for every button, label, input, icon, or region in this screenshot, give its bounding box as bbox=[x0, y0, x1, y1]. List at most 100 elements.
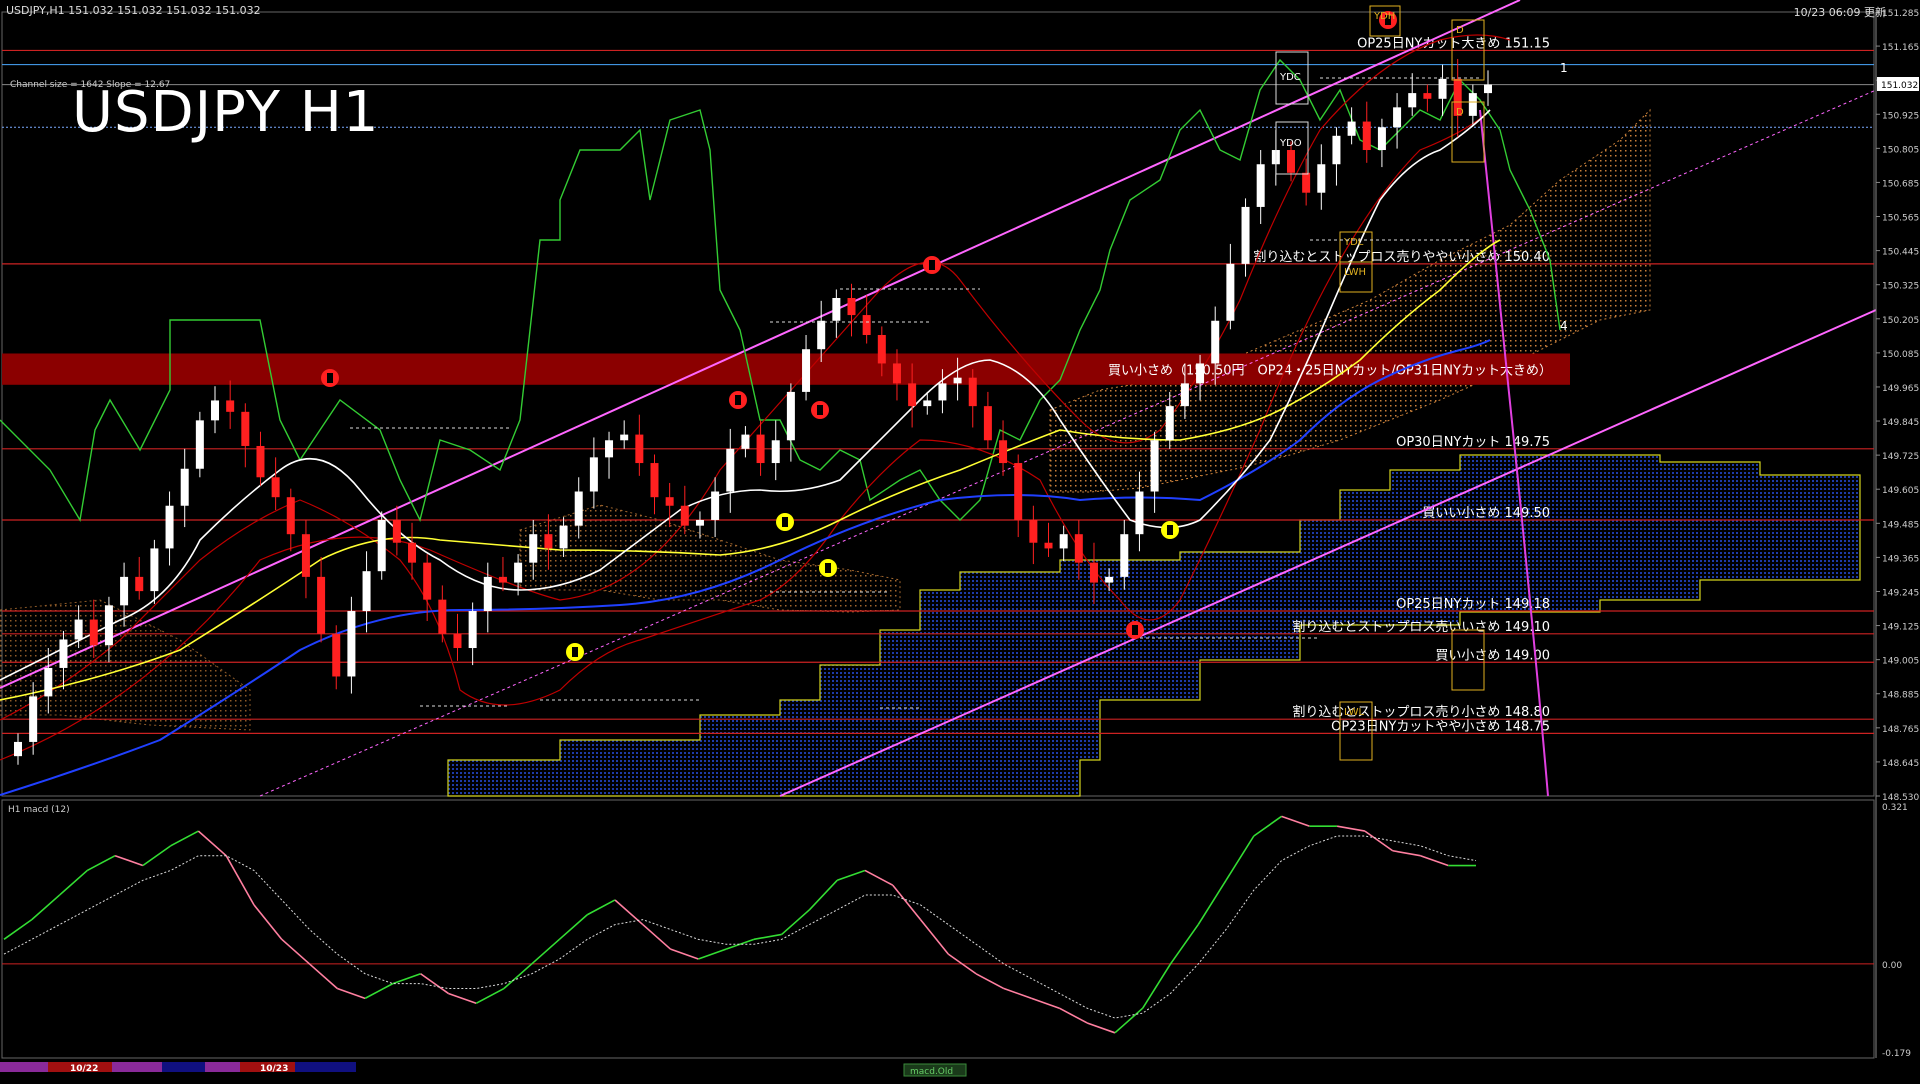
candle-body bbox=[529, 534, 538, 563]
time-bar: 10/22 10/23 macd.Old bbox=[0, 1062, 967, 1077]
candle-body bbox=[635, 434, 644, 464]
candle-body bbox=[514, 562, 523, 583]
fractal-dot-inner bbox=[1167, 525, 1173, 535]
candle-body bbox=[135, 576, 144, 592]
ichimoku-cloud-orange bbox=[1049, 108, 1651, 493]
time-label-1022: 10/22 bbox=[70, 1064, 98, 1074]
candle-body bbox=[1029, 519, 1038, 543]
macd-segment bbox=[114, 854, 144, 867]
price-tick-label: 150.685 bbox=[1882, 179, 1919, 189]
candle-body bbox=[786, 391, 795, 441]
candle-body bbox=[226, 400, 235, 412]
candle-body bbox=[362, 571, 371, 612]
fractal-marker bbox=[1126, 621, 1144, 639]
candle-body bbox=[1226, 263, 1235, 321]
candle-body bbox=[650, 463, 659, 498]
lwl-label: LWL bbox=[1344, 707, 1365, 718]
candle-body bbox=[195, 420, 204, 469]
macd-segment bbox=[698, 948, 727, 960]
candle-body bbox=[1105, 576, 1114, 583]
level-label: 割り込むとストップロス売いいさめ 149.10 bbox=[1292, 619, 1550, 635]
macd-segment bbox=[170, 830, 199, 847]
candle-body bbox=[589, 457, 598, 492]
candle-body bbox=[1211, 320, 1220, 364]
candle-body bbox=[605, 440, 614, 458]
candle-body bbox=[44, 667, 53, 697]
candle-body bbox=[544, 534, 553, 549]
candle-body bbox=[1135, 491, 1144, 535]
candle-body bbox=[1165, 406, 1174, 441]
indicator-tab-label: macd.Old bbox=[910, 1067, 953, 1077]
candle-body bbox=[938, 383, 947, 401]
chart-title: USDJPY H1 bbox=[72, 80, 380, 145]
fractal-marker bbox=[321, 369, 339, 387]
current-price-label: 151.032 bbox=[1881, 81, 1918, 91]
chart-canvas[interactable]: OP25日NYカット大きめ 151.15 割り込むとストップロス売りややい小さめ … bbox=[0, 0, 1920, 1080]
candle-body bbox=[665, 497, 674, 506]
candle-body bbox=[832, 297, 841, 321]
candle-body bbox=[150, 548, 159, 592]
fractal-dot-inner bbox=[929, 260, 935, 270]
price-tick-label: 150.085 bbox=[1882, 350, 1919, 360]
candle-body bbox=[711, 491, 720, 520]
time-segment bbox=[295, 1062, 356, 1072]
candle-body bbox=[483, 576, 492, 612]
macd-segment bbox=[420, 973, 449, 995]
candle-body bbox=[120, 576, 129, 606]
marker-1: 1 bbox=[1560, 61, 1568, 75]
price-tick-label: 150.565 bbox=[1882, 214, 1919, 224]
macd-segment bbox=[448, 992, 477, 1005]
candle-body bbox=[1150, 440, 1159, 492]
candle-body bbox=[301, 534, 310, 577]
candle-body bbox=[180, 468, 189, 506]
price-tick-label: 148.530 bbox=[1882, 793, 1919, 803]
macd-tick-label: 0.321 bbox=[1882, 803, 1908, 813]
price-tick-label: 149.965 bbox=[1882, 384, 1919, 394]
macd-segment bbox=[281, 938, 311, 965]
fractal-dot-inner bbox=[817, 405, 823, 415]
macd-segment bbox=[59, 869, 88, 896]
candle-body bbox=[74, 619, 83, 640]
candle-body bbox=[771, 440, 780, 464]
level-label: OP23日NYカットやや小さめ 148.75 bbox=[1331, 719, 1550, 734]
fractal-marker bbox=[819, 559, 837, 577]
macd-segment bbox=[1142, 963, 1172, 1009]
macd-segment bbox=[1253, 815, 1283, 837]
macd-segment bbox=[364, 982, 394, 1000]
candle-body bbox=[620, 434, 629, 441]
macd-tick-label: -0.179 bbox=[1882, 1049, 1911, 1059]
chart-stage[interactable]: OP25日NYカット大きめ 151.15 割り込むとストップロス売りややい小さめ … bbox=[0, 0, 1920, 1080]
candle-body bbox=[923, 400, 932, 407]
macd-segment bbox=[475, 987, 505, 1004]
candle-body bbox=[1362, 121, 1371, 151]
macd-segment bbox=[1336, 825, 1366, 832]
macd-segment bbox=[86, 854, 116, 872]
price-tick-label: 149.845 bbox=[1882, 418, 1919, 428]
candle-body bbox=[695, 519, 704, 526]
candle-body bbox=[741, 434, 750, 449]
candle-body bbox=[332, 633, 341, 677]
candle-body bbox=[1014, 463, 1023, 520]
time-segment bbox=[162, 1062, 205, 1072]
candle-body bbox=[1377, 127, 1386, 151]
fractal-dot-inner bbox=[1132, 625, 1138, 635]
candle-body bbox=[1196, 363, 1205, 384]
fractal-dot-inner bbox=[782, 517, 788, 527]
price-tick-label: 150.445 bbox=[1882, 248, 1919, 258]
candle-body bbox=[1302, 172, 1311, 193]
macd-segment bbox=[892, 884, 922, 921]
macd-segment bbox=[392, 973, 421, 985]
macd-segment bbox=[586, 899, 616, 916]
candle-body bbox=[59, 639, 68, 668]
candle-body bbox=[908, 383, 917, 407]
candle-body bbox=[165, 505, 174, 549]
candle-body bbox=[1347, 121, 1356, 136]
fractal-marker bbox=[566, 643, 584, 661]
candle-body bbox=[347, 611, 356, 677]
candle-body bbox=[1059, 534, 1068, 549]
candle-body bbox=[14, 741, 22, 757]
candle-body bbox=[680, 505, 689, 526]
price-tick-label: 150.805 bbox=[1882, 145, 1919, 155]
price-axis: 151.285151.165151.045150.925150.805150.6… bbox=[1875, 9, 1919, 1058]
candle-body bbox=[847, 297, 856, 316]
